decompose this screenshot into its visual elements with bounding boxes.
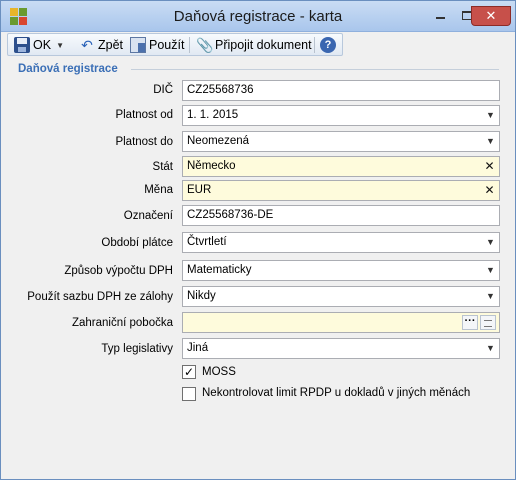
help-icon: ?: [320, 37, 336, 53]
advance-vat-rate-select[interactable]: Nikdy ▼: [182, 286, 500, 307]
vat-method-select[interactable]: Matematicky ▼: [182, 260, 500, 281]
section-title: Daňová registrace: [18, 63, 118, 75]
advance-vat-rate-value: Nikdy: [187, 290, 216, 302]
advance-vat-rate-label: Použít sazbu DPH ze zálohy: [27, 291, 173, 303]
designation-input[interactable]: CZ25568736-DE: [182, 205, 500, 226]
section-divider: [131, 69, 499, 70]
foreign-branch-label: Zahraniční pobočka: [71, 317, 173, 329]
currency-value: EUR: [187, 184, 212, 196]
payer-period-label: Období plátce: [101, 237, 173, 249]
chevron-down-icon[interactable]: ▼: [482, 106, 499, 125]
back-button[interactable]: ↶ Zpět: [79, 35, 123, 55]
currency-input[interactable]: EUR ✕: [182, 180, 500, 201]
valid-from-value: 1. 1. 2015: [187, 109, 239, 121]
legislation-type-select[interactable]: Jiná ▼: [182, 338, 500, 359]
skip-rpdp-limit-checkbox[interactable]: [182, 387, 196, 401]
foreign-branch-input[interactable]: ···: [182, 312, 500, 333]
chevron-down-icon[interactable]: ▼: [56, 41, 64, 50]
browse-icon[interactable]: ···: [462, 315, 478, 330]
chevron-down-icon[interactable]: ▼: [482, 261, 499, 280]
clear-icon[interactable]: ✕: [482, 183, 497, 198]
payer-period-select[interactable]: Čtvrtletí ▼: [182, 232, 500, 253]
chevron-down-icon[interactable]: ▼: [482, 132, 499, 151]
help-button[interactable]: ?: [320, 35, 336, 55]
paperclip-icon: 📎: [196, 37, 214, 53]
dialog-window: Daňová registrace - karta ✕ OK ▼ ↶ Zpět …: [0, 0, 516, 480]
ok-button[interactable]: OK ▼: [14, 35, 64, 55]
chevron-down-icon[interactable]: ▼: [482, 339, 499, 358]
apply-icon: [130, 37, 146, 53]
save-icon: [14, 37, 30, 53]
vat-method-value: Matematicky: [187, 264, 252, 276]
skip-rpdp-limit-label[interactable]: Nekontrolovat limit RPDP u dokladů v jin…: [202, 387, 470, 399]
dic-input[interactable]: CZ25568736: [182, 80, 500, 101]
chevron-down-icon[interactable]: ▼: [482, 233, 499, 252]
country-value: Německo: [187, 160, 236, 172]
title-bar[interactable]: Daňová registrace - karta ✕: [1, 1, 515, 32]
legislation-type-value: Jiná: [187, 342, 209, 354]
ok-label: OK: [33, 38, 52, 52]
moss-label[interactable]: MOSS: [202, 366, 236, 378]
use-button[interactable]: Použít: [130, 35, 184, 55]
country-label: Stát: [152, 161, 173, 173]
minimize-button[interactable]: [427, 7, 454, 25]
currency-label: Měna: [144, 184, 173, 196]
attach-document-button[interactable]: 📎 Připojit dokument: [196, 35, 312, 55]
valid-to-value: Neomezená: [187, 135, 250, 147]
toolbar: OK ▼ ↶ Zpět Použít 📎 Připojit dokument ?: [7, 33, 343, 56]
payer-period-value: Čtvrtletí: [187, 236, 227, 248]
minimize-icon: [436, 17, 445, 19]
card-icon[interactable]: [480, 315, 496, 330]
vat-method-label: Způsob výpočtu DPH: [64, 265, 173, 277]
chevron-down-icon[interactable]: ▼: [482, 287, 499, 306]
checkmark-icon: ✓: [183, 365, 195, 379]
legislation-type-label: Typ legislativy: [101, 343, 173, 355]
close-icon: ✕: [485, 8, 497, 23]
valid-from-date-picker[interactable]: 1. 1. 2015 ▼: [182, 105, 500, 126]
designation-label: Označení: [123, 210, 173, 222]
valid-to-label: Platnost do: [115, 136, 173, 148]
moss-checkbox[interactable]: ✓: [182, 365, 196, 379]
clear-icon[interactable]: ✕: [482, 159, 497, 174]
valid-to-select[interactable]: Neomezená ▼: [182, 131, 500, 152]
undo-icon: ↶: [81, 37, 93, 53]
use-label: Použít: [149, 38, 185, 52]
back-label: Zpět: [98, 38, 124, 52]
toolbar-separator: [314, 37, 315, 53]
country-input[interactable]: Německo ✕: [182, 156, 500, 177]
close-button[interactable]: ✕: [471, 6, 511, 26]
attach-label: Připojit dokument: [215, 38, 312, 52]
toolbar-separator: [189, 37, 190, 53]
dic-label: DIČ: [153, 84, 173, 96]
valid-from-label: Platnost od: [115, 109, 173, 121]
